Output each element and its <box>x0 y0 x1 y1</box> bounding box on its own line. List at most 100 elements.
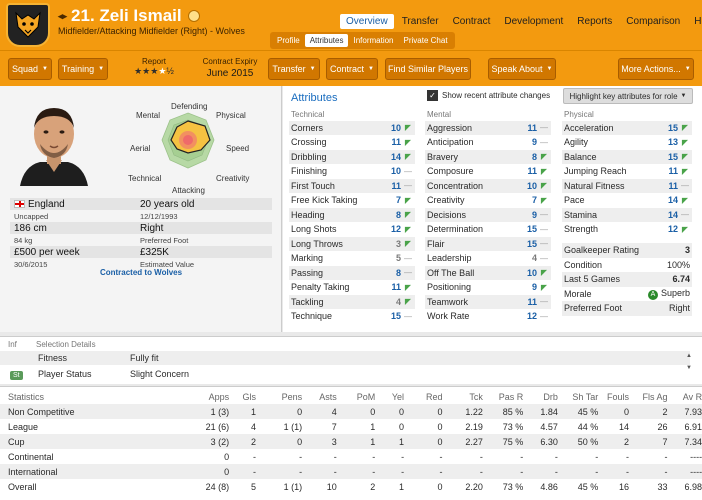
stats-column-header[interactable]: Red <box>404 392 443 402</box>
attribute-row[interactable]: Determination 15— <box>425 223 551 237</box>
stats-column-header[interactable]: Pens <box>256 392 303 402</box>
tab-transfer[interactable]: Transfer <box>396 14 445 29</box>
stats-column-header[interactable]: Yel <box>375 392 404 402</box>
stats-column-header[interactable]: Pas R <box>483 392 524 402</box>
attribute-row[interactable]: Corners 10 ◤ <box>289 121 415 136</box>
stats-cell: 16 <box>619 481 630 492</box>
attribute-row[interactable]: Leadership 4— <box>425 252 551 266</box>
attribute-row[interactable]: Stamina 14— <box>562 208 692 223</box>
stats-cell: 45 % <box>577 481 599 492</box>
chevron-down-icon: ▼ <box>98 66 105 72</box>
attribute-row[interactable]: Off The Ball 10 ◤ <box>425 266 551 281</box>
tab-history[interactable]: History <box>688 14 702 29</box>
stats-row[interactable]: Overall 24 (8) 5 1 (1) 10 2 1 0 2.20 73 % 4.86 45 %… <box>0 479 702 494</box>
attribute-row[interactable]: Aggression 11— <box>425 121 551 136</box>
stats-column-header[interactable]: Tck <box>443 392 483 402</box>
attribute-row[interactable]: Jumping Reach 11 ◤ <box>562 165 692 179</box>
radar-label-technical: Technical <box>128 174 162 183</box>
stats-row[interactable]: Non Competitive 1 (3) 1 0 4 0 0 0 1.22 85 % 1.84 45… <box>0 404 702 419</box>
attribute-name: Natural Fitness <box>564 180 625 191</box>
stats-cell: ---- <box>690 451 702 462</box>
tab-overview[interactable]: Overview <box>340 14 394 29</box>
attribute-row[interactable]: Crossing 11 ◤ <box>289 136 415 150</box>
stats-row[interactable]: League 21 (6) 4 1 (1) 7 1 0 0 2.19 73 % 4.57 44 % 14… <box>0 419 702 434</box>
player-status-row[interactable]: St Player Status Slight Concern <box>0 367 690 381</box>
tab-development[interactable]: Development <box>498 14 569 29</box>
stats-row[interactable]: Cup 3 (2) 2 0 3 1 1 0 2.27 75 % 6.30 50 % 2 7 7.34 <box>0 434 702 449</box>
stats-column-header[interactable]: Fouls <box>598 392 629 402</box>
stats-cell: 0 <box>224 466 230 477</box>
stats-column-header[interactable]: Fls Ag <box>629 392 667 402</box>
attribute-row[interactable]: Passing 8— <box>289 266 415 281</box>
attribute-row[interactable]: Dribbling 14 ◤ <box>289 150 415 165</box>
attribute-row[interactable]: Natural Fitness 11— <box>562 179 692 194</box>
stats-cell: - <box>626 451 630 462</box>
attribute-row[interactable]: Finishing 10— <box>289 165 415 179</box>
attribute-row[interactable]: Balance 15 ◤ <box>562 150 692 165</box>
player-options-icon[interactable] <box>187 10 200 22</box>
attribute-row[interactable]: Flair 15— <box>425 237 551 252</box>
attribute-row[interactable]: Positioning 9 ◤ <box>425 281 551 295</box>
stats-cell: 7 <box>331 421 337 432</box>
training-button[interactable]: Training ▼ <box>58 58 108 80</box>
attribute-row[interactable]: Acceleration 15 ◤ <box>562 121 692 136</box>
stats-column-header[interactable]: Sh Tar <box>558 392 598 402</box>
last5-value: 6.74 <box>672 274 690 285</box>
stats-cell: 14 <box>619 421 630 432</box>
attribute-row[interactable]: Anticipation 9— <box>425 136 551 150</box>
stats-column-header[interactable]: Av R <box>667 392 702 402</box>
tab-comparison[interactable]: Comparison <box>620 14 686 29</box>
stats-column-header[interactable]: Statistics <box>0 392 145 402</box>
stats-row[interactable]: International 0- - - - - - - - - - - - ---- <box>0 464 702 479</box>
attribute-row[interactable]: Decisions 9— <box>425 208 551 223</box>
stats-cell: - <box>664 466 668 477</box>
show-changes-checkbox[interactable]: ✓ Show recent attribute changes <box>427 90 550 101</box>
scrollbar[interactable]: ▲ ▼ <box>686 353 692 381</box>
stats-column-header[interactable]: PoM <box>337 392 376 402</box>
subtab-attributes[interactable]: Attributes <box>304 34 349 47</box>
tab-reports[interactable]: Reports <box>571 14 618 29</box>
stats-column-header[interactable]: Drb <box>523 392 558 402</box>
attribute-row[interactable]: Penalty Taking 11 ◤ <box>289 281 415 295</box>
subtab-information[interactable]: Information <box>348 34 398 47</box>
attribute-row[interactable]: Technique 15— <box>289 310 415 324</box>
find-similar-button[interactable]: Find Similar Players <box>385 58 471 80</box>
highlight-role-dropdown[interactable]: Highlight key attributes for role ▼ <box>563 88 693 104</box>
contracted-link[interactable]: Contracted to Wolves <box>0 268 282 277</box>
attribute-row[interactable]: Concentration 10 ◤ <box>425 179 551 194</box>
report-rating[interactable]: Report ★★★★½ <box>128 57 180 77</box>
stats-row[interactable]: Continental 0- - - - - - - - - - - - ---- <box>0 449 702 464</box>
stats-column-header[interactable]: Apps <box>145 392 230 402</box>
contract-button[interactable]: Contract ▼ <box>326 58 378 80</box>
attribute-row[interactable]: Strength 12 ◤ <box>562 223 692 237</box>
club-crest-icon[interactable] <box>6 3 50 47</box>
squad-button[interactable]: Squad ▼ <box>8 58 52 80</box>
attribute-row[interactable]: Composure 11 ◤ <box>425 165 551 179</box>
attribute-row[interactable]: Pace 14 ◤ <box>562 194 692 208</box>
subtab-profile[interactable]: Profile <box>272 34 305 47</box>
subtab-private-chat[interactable]: Private Chat <box>399 34 453 47</box>
attribute-name: Stamina <box>564 209 598 220</box>
attribute-row[interactable]: Bravery 8 ◤ <box>425 150 551 165</box>
speak-about-button[interactable]: Speak About ▼ <box>488 58 556 80</box>
attribute-row[interactable]: Marking 5— <box>289 252 415 266</box>
attribute-row[interactable]: Work Rate 12— <box>425 310 551 324</box>
morale-icon: A <box>647 289 658 300</box>
nationality[interactable]: England <box>10 199 140 210</box>
tab-contract[interactable]: Contract <box>447 14 497 29</box>
nav-arrows-icon[interactable]: ◂▸ <box>58 11 67 22</box>
transfer-button[interactable]: Transfer ▼ <box>268 58 320 80</box>
attribute-row[interactable]: Tackling 4 ◤ <box>289 295 415 310</box>
attribute-row[interactable]: Long Throws 3 ◤ <box>289 237 415 252</box>
attribute-row[interactable]: Creativity 7 ◤ <box>425 194 551 208</box>
attribute-row[interactable]: First Touch 11— <box>289 179 415 194</box>
more-actions-button[interactable]: More Actions... ▼ <box>618 58 694 80</box>
attribute-row[interactable]: Teamwork 11— <box>425 295 551 310</box>
attribute-row[interactable]: Heading 8 ◤ <box>289 208 415 223</box>
attribute-row[interactable]: Long Shots 12 ◤ <box>289 223 415 237</box>
attribute-row[interactable]: Agility 13 ◤ <box>562 136 692 150</box>
attribute-row[interactable]: Free Kick Taking 7 ◤ <box>289 194 415 208</box>
preferred-foot-label: Preferred Foot <box>140 235 189 245</box>
stats-column-header[interactable]: Asts <box>302 392 337 402</box>
stats-column-header[interactable]: Gls <box>229 392 257 402</box>
